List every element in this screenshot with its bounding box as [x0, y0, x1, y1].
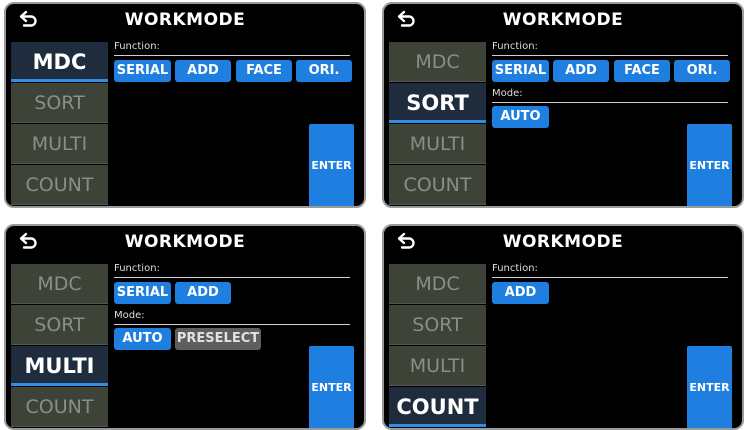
sidebar-item-mdc[interactable]: MDC: [389, 264, 486, 304]
screen-count: WORKMODE MDC SORT MULTI COUNT Function: …: [382, 224, 744, 430]
sidebar-item-sort[interactable]: SORT: [389, 305, 486, 345]
sidebar: MDC SORT MULTI COUNT: [11, 264, 108, 428]
page-title: WORKMODE: [502, 10, 624, 30]
header: WORKMODE: [6, 226, 364, 260]
sidebar-item-count[interactable]: COUNT: [389, 387, 486, 427]
function-label: Function:: [492, 263, 728, 278]
header: WORKMODE: [384, 226, 742, 260]
page-title: WORKMODE: [124, 10, 246, 30]
mode-label: Mode:: [492, 88, 728, 103]
function-face-button[interactable]: FACE: [236, 60, 292, 82]
screen-multi: WORKMODE MDC SORT MULTI COUNT Function: …: [4, 224, 366, 430]
sidebar-item-sort[interactable]: SORT: [11, 83, 108, 123]
sidebar: MDC SORT MULTI COUNT: [11, 42, 108, 206]
sidebar: MDC SORT MULTI COUNT: [389, 42, 486, 206]
sidebar: MDC SORT MULTI COUNT: [389, 264, 486, 428]
header: WORKMODE: [384, 4, 742, 38]
sidebar-item-count[interactable]: COUNT: [11, 165, 108, 205]
function-ori-button[interactable]: ORI.: [296, 60, 352, 82]
sidebar-item-mdc[interactable]: MDC: [11, 42, 108, 82]
page-title: WORKMODE: [502, 232, 624, 252]
sidebar-item-mdc[interactable]: MDC: [11, 264, 108, 304]
sidebar-item-sort[interactable]: SORT: [389, 83, 486, 123]
sidebar-item-sort[interactable]: SORT: [11, 305, 108, 345]
function-add-button[interactable]: ADD: [492, 282, 549, 304]
mode-auto-button[interactable]: AUTO: [114, 328, 171, 350]
enter-button[interactable]: ENTER: [309, 346, 354, 428]
function-label: Function:: [114, 41, 350, 56]
screen-mdc: WORKMODE MDC SORT MULTI COUNT Function: …: [4, 2, 366, 208]
sidebar-item-count[interactable]: COUNT: [11, 387, 108, 427]
function-serial-button[interactable]: SERIAL: [492, 60, 549, 82]
function-add-button[interactable]: ADD: [175, 282, 231, 304]
sidebar-item-multi[interactable]: MULTI: [11, 346, 108, 386]
sidebar-item-mdc[interactable]: MDC: [389, 42, 486, 82]
sidebar-item-multi[interactable]: MULTI: [389, 124, 486, 164]
mode-label: Mode:: [114, 310, 350, 325]
page-title: WORKMODE: [124, 232, 246, 252]
function-serial-button[interactable]: SERIAL: [114, 60, 171, 82]
function-face-button[interactable]: FACE: [614, 60, 670, 82]
enter-button[interactable]: ENTER: [687, 346, 732, 428]
mode-preselect-button[interactable]: PRESELECT: [175, 328, 261, 350]
function-add-button[interactable]: ADD: [175, 60, 231, 82]
mode-auto-button[interactable]: AUTO: [492, 106, 549, 128]
sidebar-item-count[interactable]: COUNT: [389, 165, 486, 205]
sidebar-item-multi[interactable]: MULTI: [389, 346, 486, 386]
function-label: Function:: [114, 263, 350, 278]
sidebar-item-multi[interactable]: MULTI: [11, 124, 108, 164]
enter-button[interactable]: ENTER: [687, 124, 732, 206]
function-serial-button[interactable]: SERIAL: [114, 282, 171, 304]
function-label: Function:: [492, 41, 728, 56]
screen-sort: WORKMODE MDC SORT MULTI COUNT Function: …: [382, 2, 744, 208]
function-add-button[interactable]: ADD: [553, 60, 609, 82]
header: WORKMODE: [6, 4, 364, 38]
enter-button[interactable]: ENTER: [309, 124, 354, 206]
function-ori-button[interactable]: ORI.: [674, 60, 730, 82]
